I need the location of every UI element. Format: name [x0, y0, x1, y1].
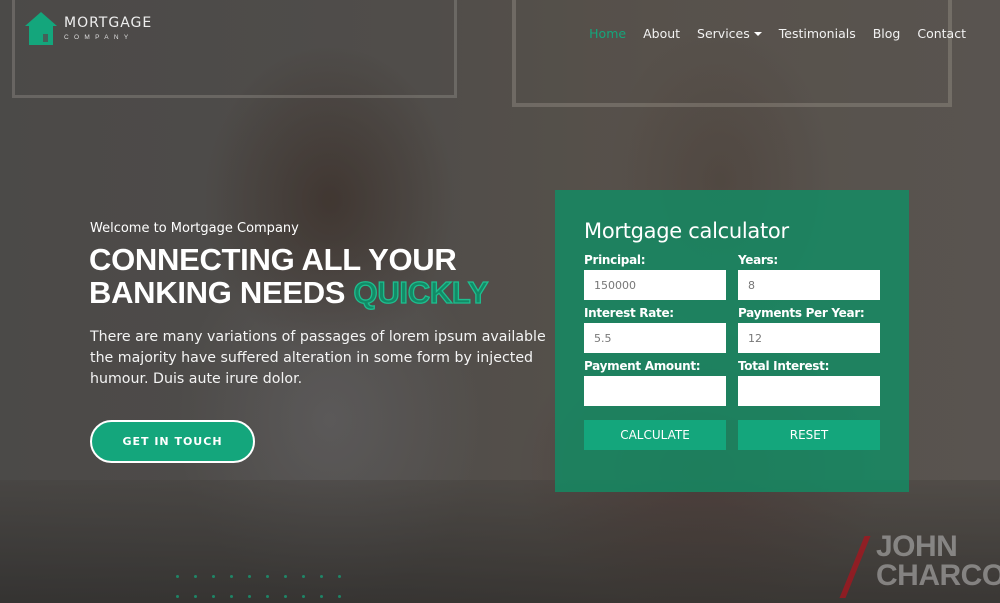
watermark-line1: JOHN: [876, 530, 958, 563]
payments-per-year-field-group: Payments Per Year:: [738, 306, 880, 353]
reset-button[interactable]: RESET: [738, 420, 880, 450]
brand-logo[interactable]: MORTGAGE COMPANY: [25, 12, 152, 46]
interest-rate-field-group: Interest Rate:: [584, 306, 726, 353]
mortgage-calculator: Mortgage calculator Principal: Years: In…: [555, 190, 909, 492]
nav-label: Services: [697, 26, 750, 41]
nav-label: Testimonials: [778, 26, 856, 41]
main-nav: Home About Services Testimonials Blog Co…: [572, 26, 966, 41]
total-interest-input[interactable]: [738, 376, 880, 406]
nav-label: Blog: [872, 26, 901, 41]
nav-contact[interactable]: Contact: [917, 26, 966, 41]
payment-amount-input[interactable]: [584, 376, 726, 406]
principal-label: Principal:: [584, 253, 646, 267]
nav-testimonials[interactable]: Testimonials: [779, 26, 856, 41]
payments-per-year-label: Payments Per Year:: [738, 306, 865, 320]
payments-per-year-input[interactable]: [738, 323, 880, 353]
house-icon: [25, 12, 57, 46]
years-field-group: Years:: [738, 253, 880, 300]
hero-welcome: Welcome to Mortgage Company: [90, 221, 299, 236]
watermark-logo: JOHN CHARCO: [876, 530, 1000, 592]
payment-amount-field-group: Payment Amount:: [584, 359, 726, 406]
hero-headline: CONNECTING ALL YOUR BANKING NEEDS QUICKL…: [89, 242, 489, 310]
interest-rate-input[interactable]: [584, 323, 726, 353]
nav-services[interactable]: Services: [697, 26, 762, 41]
nav-label: Contact: [917, 26, 966, 41]
principal-input[interactable]: [584, 270, 726, 300]
headline-accent: QUICKLY: [353, 275, 489, 310]
payment-amount-label: Payment Amount:: [584, 359, 701, 373]
total-interest-field-group: Total Interest:: [738, 359, 880, 406]
chevron-down-icon: [753, 31, 762, 36]
calculator-title: Mortgage calculator: [584, 219, 789, 243]
nav-label: About: [643, 26, 681, 41]
watermark-line2: CHARCO: [876, 559, 1000, 592]
principal-field-group: Principal:: [584, 253, 726, 300]
nav-about[interactable]: About: [643, 26, 680, 41]
get-in-touch-button[interactable]: GET IN TOUCH: [90, 420, 255, 463]
years-input[interactable]: [738, 270, 880, 300]
interest-rate-label: Interest Rate:: [584, 306, 674, 320]
hero-description: There are many variations of passages of…: [90, 329, 546, 387]
calculate-button[interactable]: CALCULATE: [584, 420, 726, 450]
nav-home[interactable]: Home: [589, 26, 626, 41]
years-label: Years:: [738, 253, 778, 267]
brand-title: MORTGAGE: [64, 15, 153, 32]
total-interest-label: Total Interest:: [738, 359, 830, 373]
headline-line2: BANKING NEEDS: [89, 275, 346, 310]
brand-subtitle: COMPANY: [64, 34, 134, 42]
headline-line1: CONNECTING ALL YOUR: [89, 242, 457, 277]
nav-blog[interactable]: Blog: [873, 26, 901, 41]
nav-label: Home: [589, 26, 627, 41]
decorative-dots: [176, 575, 356, 598]
